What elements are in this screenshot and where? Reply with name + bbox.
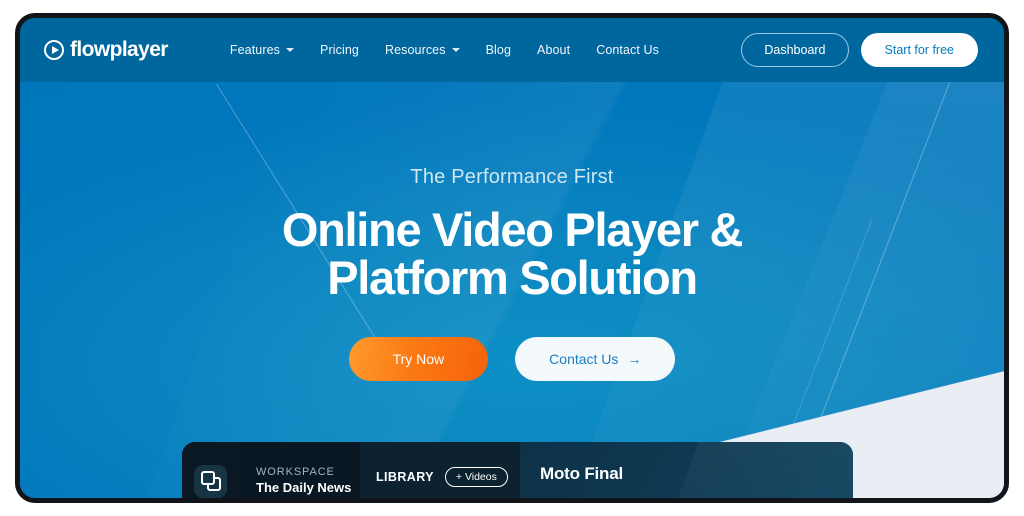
hero-cta-row: Try Now Contact Us → [20,336,1004,381]
site-navbar: flowplayer Features Pricing Resources Bl… [20,18,1004,82]
workspace-name: The Daily News [256,480,352,495]
dashboard-main-panel: Moto Final [520,442,853,503]
dashboard-button[interactable]: Dashboard [741,33,849,67]
add-videos-button[interactable]: + Videos [444,467,508,487]
chevron-down-icon [451,48,460,52]
nav-item-label: Resources [384,43,446,57]
arrow-right-icon: → [627,350,642,367]
nav-item-about[interactable]: About [537,43,570,57]
workspace-kicker: WORKSPACE [256,466,335,478]
nav-actions: Dashboard Start for free [741,33,978,67]
nav-item-label: About [537,43,571,57]
library-header: LIBRARY + Videos [376,467,520,487]
search-icon [484,502,497,503]
library-title: LIBRARY [376,470,434,484]
play-icon [44,40,64,60]
start-for-free-button[interactable]: Start for free [860,33,978,67]
dashboard-library-panel: LIBRARY + Videos Search [360,442,520,503]
hero-headline-line-2: Platform Solution [327,251,698,305]
nav-item-contact-us[interactable]: Contact Us [596,43,659,57]
contact-us-label: Contact Us [549,350,619,367]
library-search-input[interactable]: Search [376,498,502,503]
dashboard-sidebar-rail [182,442,239,498]
contact-us-button[interactable]: Contact Us → [515,336,676,381]
nav-item-label: Features [229,43,281,57]
hero-headline-line-1: Online Video Player & [281,203,744,256]
video-player-preview[interactable] [540,498,813,503]
dashboard-workspace-panel: WORKSPACE The Daily News J Smith [239,442,360,498]
nav-item-label: Pricing [320,43,359,57]
layers-icon[interactable] [194,465,227,498]
nav-item-resources[interactable]: Resources [385,43,460,57]
primary-nav: Features Pricing Resources Blog About Co… [230,43,659,57]
hero-section: The Performance First Online Video Playe… [20,82,1004,381]
hero-eyebrow: The Performance First [410,166,614,188]
browser-frame: flowplayer Features Pricing Resources Bl… [15,13,1009,503]
hero-headline: Online Video Player & Platform Solution [20,203,1004,305]
video-title: Moto Final [540,464,623,483]
dashboard-preview: WORKSPACE The Daily News J Smith LIBRARY… [182,442,853,503]
logo-text: flowplayer [70,38,168,61]
nav-item-pricing[interactable]: Pricing [320,43,359,57]
nav-item-label: Blog [485,43,512,57]
nav-item-features[interactable]: Features [229,43,295,57]
nav-item-label: Contact Us [596,43,660,57]
try-now-button[interactable]: Try Now [348,336,489,381]
flowplayer-logo[interactable]: flowplayer [44,38,168,62]
nav-item-blog[interactable]: Blog [486,43,511,57]
chevron-down-icon [286,48,295,52]
